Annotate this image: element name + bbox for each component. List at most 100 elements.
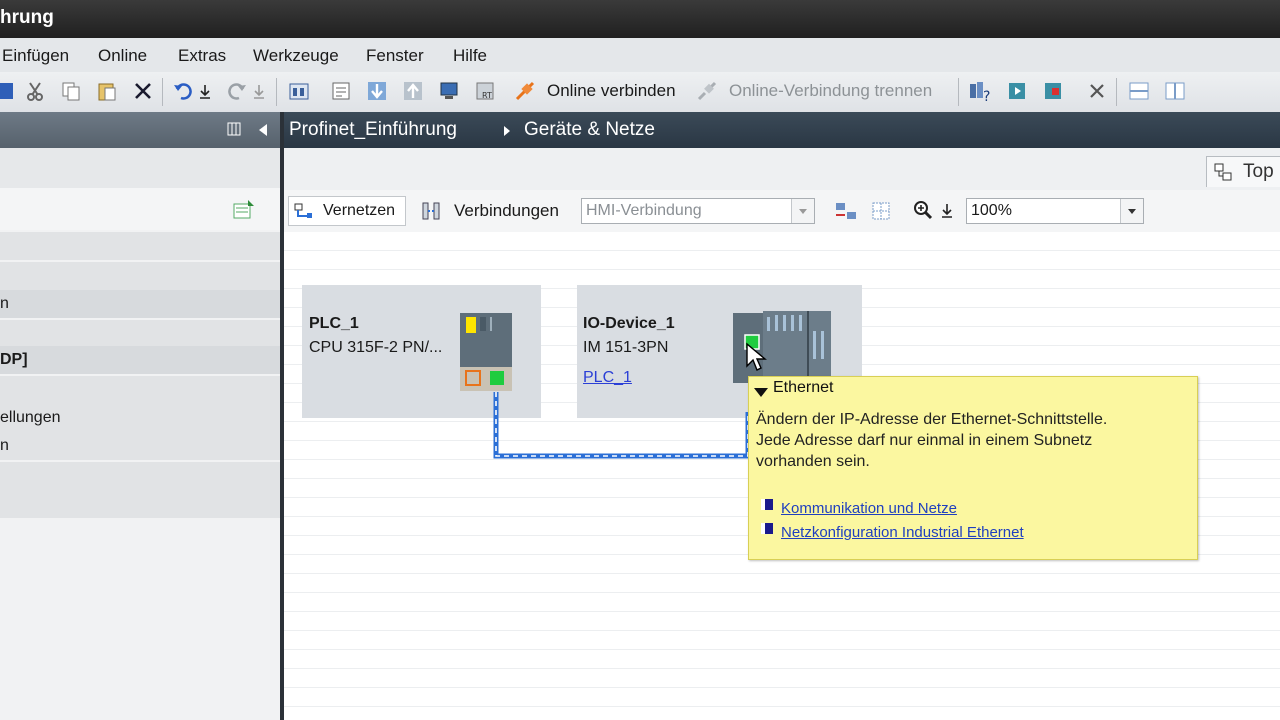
compile-icon[interactable] <box>288 80 310 102</box>
cpu-module-icon <box>460 313 512 391</box>
topology-icon <box>1214 163 1232 181</box>
tooltip-text: Ändern der IP-Adresse der Ethernet-Schni… <box>756 411 1108 428</box>
list-item[interactable] <box>0 490 280 518</box>
online-connect-button[interactable]: Online verbinden <box>547 81 676 101</box>
panel-pin-icon[interactable] <box>226 121 242 137</box>
paste-icon[interactable] <box>96 80 118 102</box>
network-editor-toolbar: Vernetzen Verbindungen HMI-Verbindung 10… <box>284 190 1280 233</box>
split-horizontal-icon[interactable] <box>1128 80 1150 102</box>
svg-text:?: ? <box>983 89 990 102</box>
tab-topology[interactable]: Top <box>1206 156 1280 187</box>
help-link[interactable]: Kommunikation und Netze <box>781 500 957 517</box>
zoom-value: 100% <box>971 202 1012 219</box>
menu-online[interactable]: Online <box>98 46 147 66</box>
tooltip-heading: Ethernet <box>773 379 834 396</box>
menu-werkzeuge[interactable]: Werkzeuge <box>253 46 339 66</box>
redo-icon[interactable] <box>226 80 248 102</box>
main-toolbar: RT Online verbinden Online-Verbindung tr… <box>0 72 1280 113</box>
list-item[interactable] <box>0 462 280 490</box>
network-button-label: Vernetzen <box>323 202 396 219</box>
network-button[interactable]: Vernetzen <box>288 196 406 226</box>
delete-icon[interactable] <box>132 80 154 102</box>
project-view-icon[interactable] <box>330 80 352 102</box>
project-tree-header <box>0 112 280 148</box>
simulation-icon[interactable] <box>438 80 460 102</box>
toolbar-separator <box>1116 78 1117 106</box>
network-overview-icon[interactable] <box>834 200 858 222</box>
upload-from-device-icon[interactable] <box>402 80 424 102</box>
chevron-down-icon[interactable] <box>791 199 814 223</box>
breadcrumb-page[interactable]: Geräte & Netze <box>524 119 655 141</box>
menu-fenster[interactable]: Fenster <box>366 46 424 66</box>
list-item[interactable]: DP] <box>0 346 280 374</box>
undo-icon[interactable] <box>172 80 194 102</box>
collapse-arrow-icon[interactable] <box>752 386 770 398</box>
list-item-label: ellungen <box>0 409 61 426</box>
connections-icon[interactable] <box>420 200 442 222</box>
split-vertical-icon[interactable] <box>1164 80 1186 102</box>
svg-text:RT: RT <box>482 91 492 100</box>
help-bullet-icon <box>761 499 773 510</box>
online-disconnect-button[interactable]: Online-Verbindung trennen <box>729 81 932 101</box>
online-connect-icon[interactable] <box>514 80 536 102</box>
menu-bar: Einfügen Online Extras Werkzeuge Fenster… <box>0 38 1280 72</box>
list-item[interactable] <box>0 376 280 404</box>
list-item[interactable]: n <box>0 432 280 460</box>
chevron-down-icon[interactable] <box>1120 199 1143 223</box>
mouse-cursor-icon <box>746 342 767 371</box>
breadcrumb: Profinet_Einführung Geräte & Netze <box>284 112 1280 148</box>
interface-tooltip: Ethernet Ändern der IP-Adresse der Ether… <box>748 376 1198 560</box>
connection-type-value: HMI-Verbindung <box>586 202 702 219</box>
io-controller-link[interactable]: PLC_1 <box>583 369 632 387</box>
list-item-label: n <box>0 295 9 312</box>
copy-icon[interactable] <box>60 80 82 102</box>
zoom-icon[interactable] <box>912 199 934 221</box>
list-item[interactable]: n <box>0 290 280 318</box>
cross-reference-icon[interactable] <box>1086 80 1108 102</box>
list-item[interactable]: ellungen <box>0 404 280 432</box>
list-item[interactable] <box>0 320 280 348</box>
device-type: CPU 315F-2 PN/... <box>309 339 443 356</box>
breadcrumb-project[interactable]: Profinet_Einführung <box>289 119 457 141</box>
connection-type-select[interactable]: HMI-Verbindung <box>581 198 815 224</box>
download-to-device-icon[interactable] <box>366 80 388 102</box>
breadcrumb-arrow-icon <box>504 126 510 136</box>
runtime-icon[interactable]: RT <box>474 80 496 102</box>
list-item[interactable] <box>0 262 280 290</box>
connections-label[interactable]: Verbindungen <box>454 201 559 221</box>
tab-topology-label: Top <box>1243 161 1274 182</box>
toolbar-separator <box>162 78 163 106</box>
help-link[interactable]: Netzkonfiguration Industrial Ethernet <box>781 524 1024 541</box>
undo-dropdown-icon[interactable] <box>198 80 212 102</box>
device-name: PLC_1 <box>309 315 359 332</box>
tooltip-text: vorhanden sein. <box>756 453 870 470</box>
redo-dropdown-icon[interactable] <box>252 80 266 102</box>
stop-cpu-icon[interactable] <box>1042 80 1064 102</box>
save-icon[interactable] <box>0 80 16 102</box>
device-overview-icon[interactable] <box>232 198 256 220</box>
online-disconnect-icon[interactable] <box>696 80 718 102</box>
list-item-label: DP] <box>0 351 28 368</box>
menu-einfuegen[interactable]: Einfügen <box>2 46 69 66</box>
zoom-dropdown-icon[interactable] <box>940 201 954 221</box>
network-icon <box>294 203 312 218</box>
zoom-select[interactable]: 100% <box>966 198 1144 224</box>
toolbar-separator <box>958 78 959 106</box>
menu-extras[interactable]: Extras <box>178 46 226 66</box>
list-item-label: n <box>0 437 9 454</box>
collapse-panel-icon[interactable] <box>256 122 270 138</box>
list-item[interactable] <box>0 232 280 260</box>
start-cpu-icon[interactable] <box>1006 80 1028 102</box>
toolbar-separator <box>276 78 277 106</box>
window-title: hrung <box>0 7 54 28</box>
window-title-bar: hrung <box>0 0 1280 38</box>
profinet-connection-line[interactable] <box>490 392 752 464</box>
accessible-devices-icon[interactable]: ? <box>968 80 996 102</box>
cut-icon[interactable] <box>24 80 46 102</box>
view-tab-row <box>284 148 1280 191</box>
help-bullet-icon <box>761 523 773 534</box>
grid-icon[interactable] <box>870 200 892 222</box>
project-tree-toolbar <box>0 148 280 188</box>
menu-hilfe[interactable]: Hilfe <box>453 46 487 66</box>
tooltip-text: Jede Adresse darf nur einmal in einem Su… <box>756 432 1093 449</box>
